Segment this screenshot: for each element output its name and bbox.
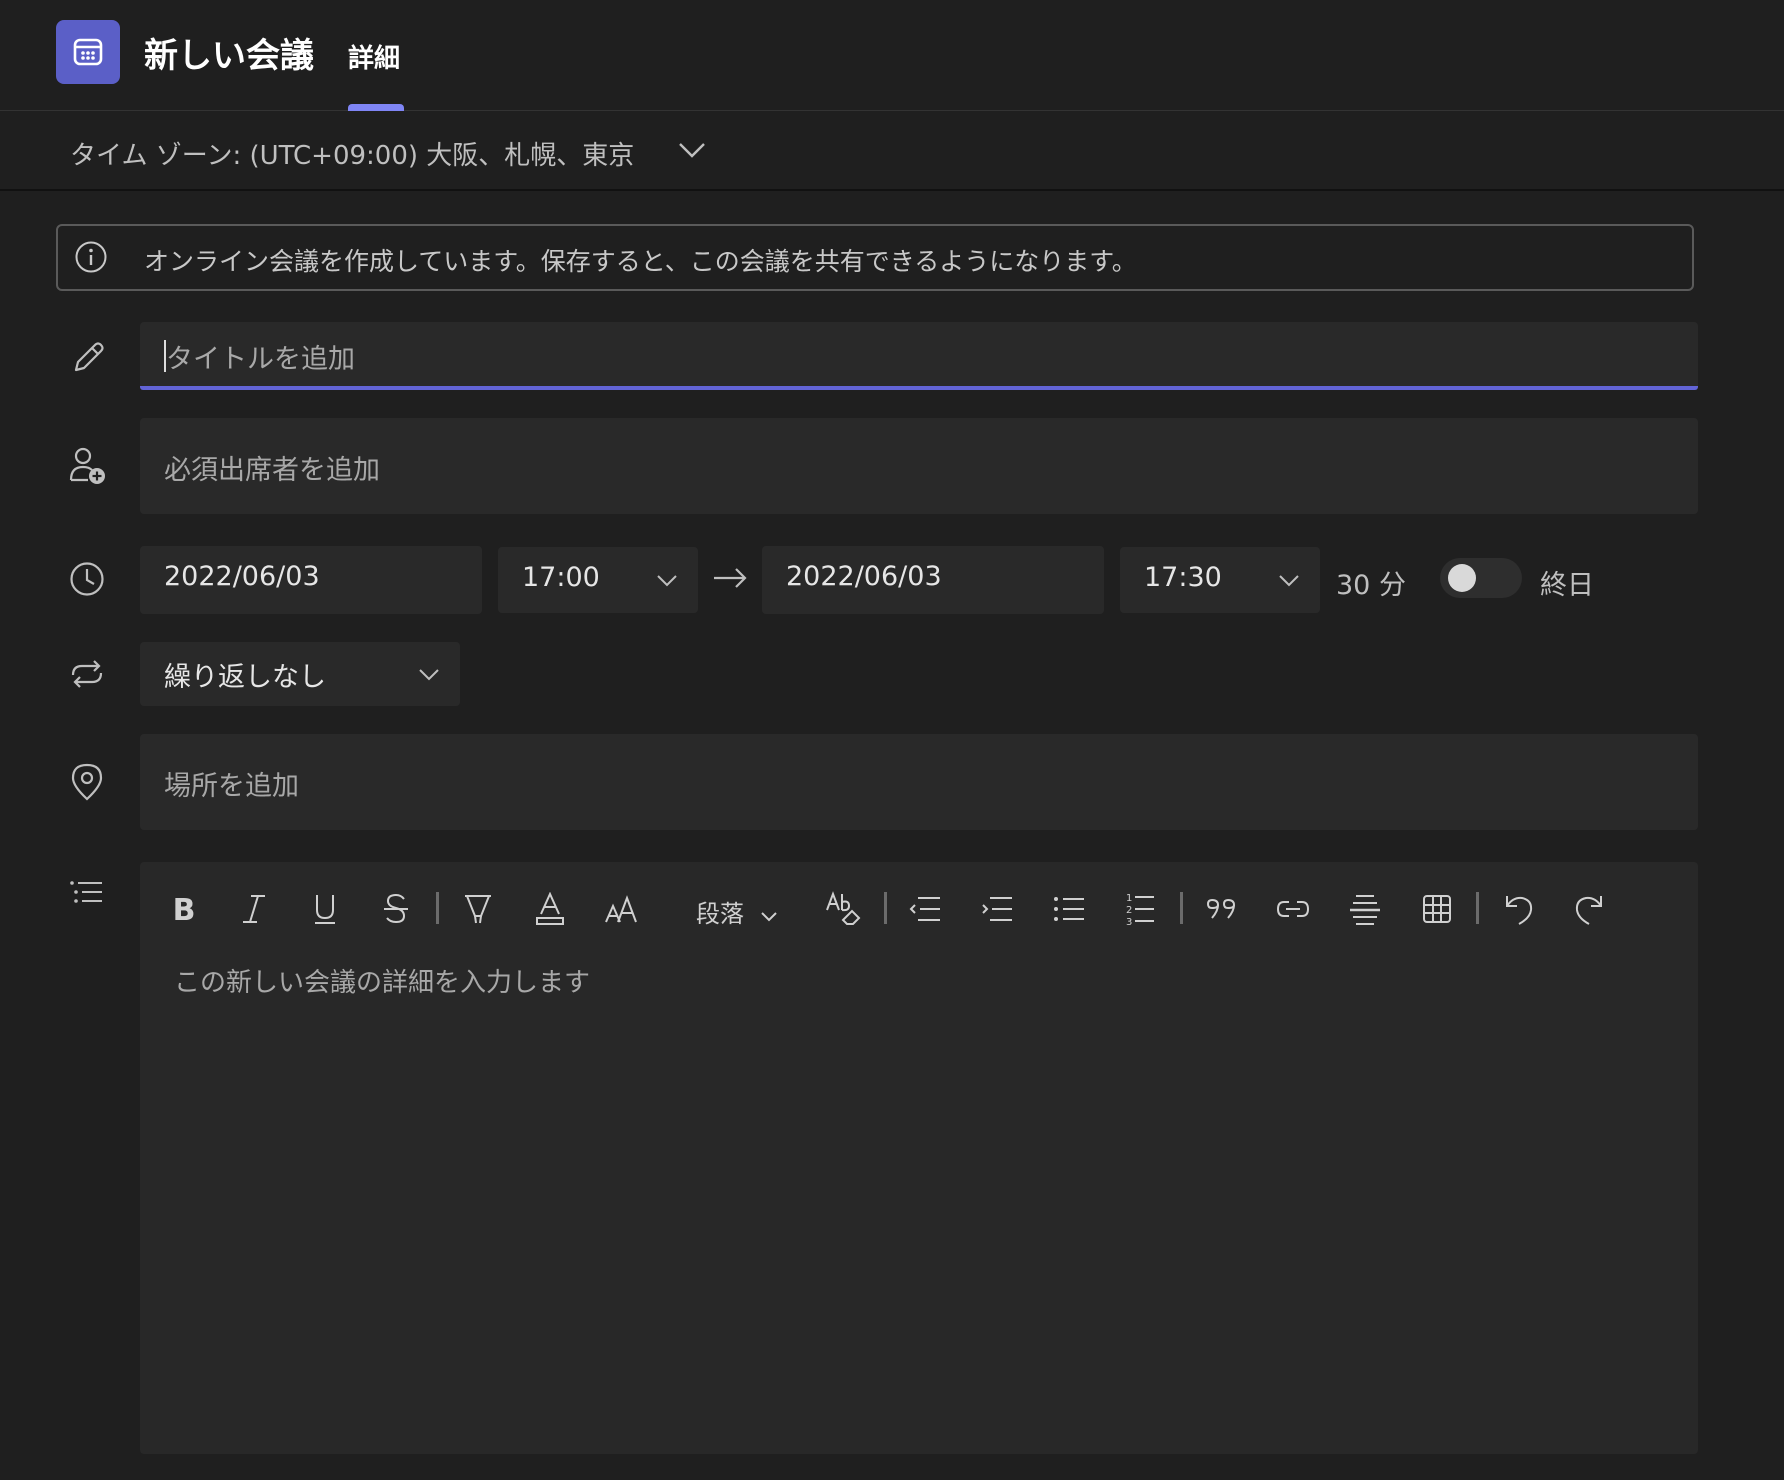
location-input[interactable]: 場所を追加 xyxy=(164,764,299,803)
header: 新しい会議 詳細 xyxy=(0,0,1784,111)
strikethrough-icon[interactable] xyxy=(374,884,418,934)
paragraph-style-select[interactable]: 段落 xyxy=(696,894,778,929)
font-size-icon[interactable] xyxy=(598,884,646,934)
redo-icon[interactable] xyxy=(1566,884,1612,934)
chevron-down-icon xyxy=(760,901,778,929)
end-date-value: 2022/06/03 xyxy=(786,561,942,592)
tab-active-indicator xyxy=(348,104,404,111)
details-input[interactable]: この新しい会議の詳細を入力します xyxy=(174,962,590,999)
end-date-field[interactable]: 2022/06/03 xyxy=(762,546,1104,614)
timezone-selector[interactable]: タイム ゾーン: (UTC+09:00) 大阪、札幌、東京 xyxy=(70,135,634,172)
attendees-field[interactable]: 必須出席者を追加 xyxy=(140,418,1698,514)
repeat-value: 繰り返しなし xyxy=(164,662,326,693)
add-person-icon xyxy=(68,446,108,492)
title-focus-underline xyxy=(140,386,1698,390)
link-icon[interactable] xyxy=(1270,884,1316,934)
location-field[interactable]: 場所を追加 xyxy=(140,734,1698,830)
bulleted-list-icon[interactable] xyxy=(1046,884,1092,934)
timezone-bar: タイム ゾーン: (UTC+09:00) 大阪、札幌、東京 xyxy=(0,111,1784,191)
chevron-down-icon xyxy=(418,667,440,686)
clear-formatting-icon[interactable] xyxy=(820,884,868,934)
start-date-value: 2022/06/03 xyxy=(164,561,320,592)
svg-text:B: B xyxy=(173,893,196,926)
end-time-value: 17:30 xyxy=(1144,562,1222,593)
bold-icon[interactable]: B xyxy=(162,884,206,934)
title-field[interactable]: タイトルを追加 xyxy=(140,322,1698,390)
location-pin-icon xyxy=(68,762,106,806)
toolbar-separator xyxy=(884,892,887,924)
page-title: 新しい会議 xyxy=(144,36,314,76)
calendar-icon xyxy=(56,20,120,84)
details-list-icon xyxy=(68,878,106,912)
start-time-value: 17:00 xyxy=(522,562,600,593)
increase-indent-icon[interactable] xyxy=(974,884,1020,934)
toolbar-separator xyxy=(1180,892,1183,924)
horizontal-rule-icon[interactable] xyxy=(1342,884,1388,934)
underline-icon[interactable] xyxy=(303,884,347,934)
italic-icon[interactable] xyxy=(232,884,276,934)
paragraph-label: 段落 xyxy=(696,900,744,928)
svg-text:3: 3 xyxy=(1126,917,1132,927)
start-date-field[interactable]: 2022/06/03 xyxy=(140,546,482,614)
arrow-right-icon xyxy=(712,566,748,594)
highlight-icon[interactable] xyxy=(456,884,500,934)
start-time-select[interactable]: 17:00 xyxy=(498,547,698,613)
clock-icon xyxy=(68,560,106,602)
info-icon xyxy=(74,240,108,278)
chevron-down-icon[interactable] xyxy=(678,141,706,163)
toolbar-separator xyxy=(436,892,439,924)
details-editor[interactable]: B 段落 1 2 3 この新しい会議の詳細を入力します xyxy=(140,862,1698,1454)
all-day-toggle[interactable] xyxy=(1440,558,1522,598)
numbered-list-icon[interactable]: 1 2 3 xyxy=(1116,884,1162,934)
decrease-indent-icon[interactable] xyxy=(902,884,948,934)
undo-icon[interactable] xyxy=(1496,884,1542,934)
svg-text:2: 2 xyxy=(1126,905,1132,916)
all-day-label: 終日 xyxy=(1540,570,1594,601)
toolbar-separator xyxy=(1476,892,1479,924)
svg-text:1: 1 xyxy=(1126,893,1132,904)
pencil-icon xyxy=(68,338,108,382)
chevron-down-icon xyxy=(656,573,678,592)
end-time-select[interactable]: 17:30 xyxy=(1120,547,1320,613)
info-message: オンライン会議を作成しています。保存すると、この会議を共有できるようになります。 xyxy=(144,247,1137,276)
quote-icon[interactable] xyxy=(1200,884,1244,934)
info-banner: オンライン会議を作成しています。保存すると、この会議を共有できるようになります。 xyxy=(56,224,1694,291)
tab-details[interactable]: 詳細 xyxy=(348,38,400,75)
repeat-icon xyxy=(68,656,106,696)
duration-label: 30 分 xyxy=(1336,570,1406,601)
font-color-icon[interactable] xyxy=(528,884,572,934)
table-icon[interactable] xyxy=(1414,884,1460,934)
toggle-knob xyxy=(1448,564,1476,592)
title-input[interactable]: タイトルを追加 xyxy=(166,337,355,376)
attendees-input[interactable]: 必須出席者を追加 xyxy=(164,448,380,487)
repeat-select[interactable]: 繰り返しなし xyxy=(140,642,460,706)
chevron-down-icon xyxy=(1278,573,1300,592)
